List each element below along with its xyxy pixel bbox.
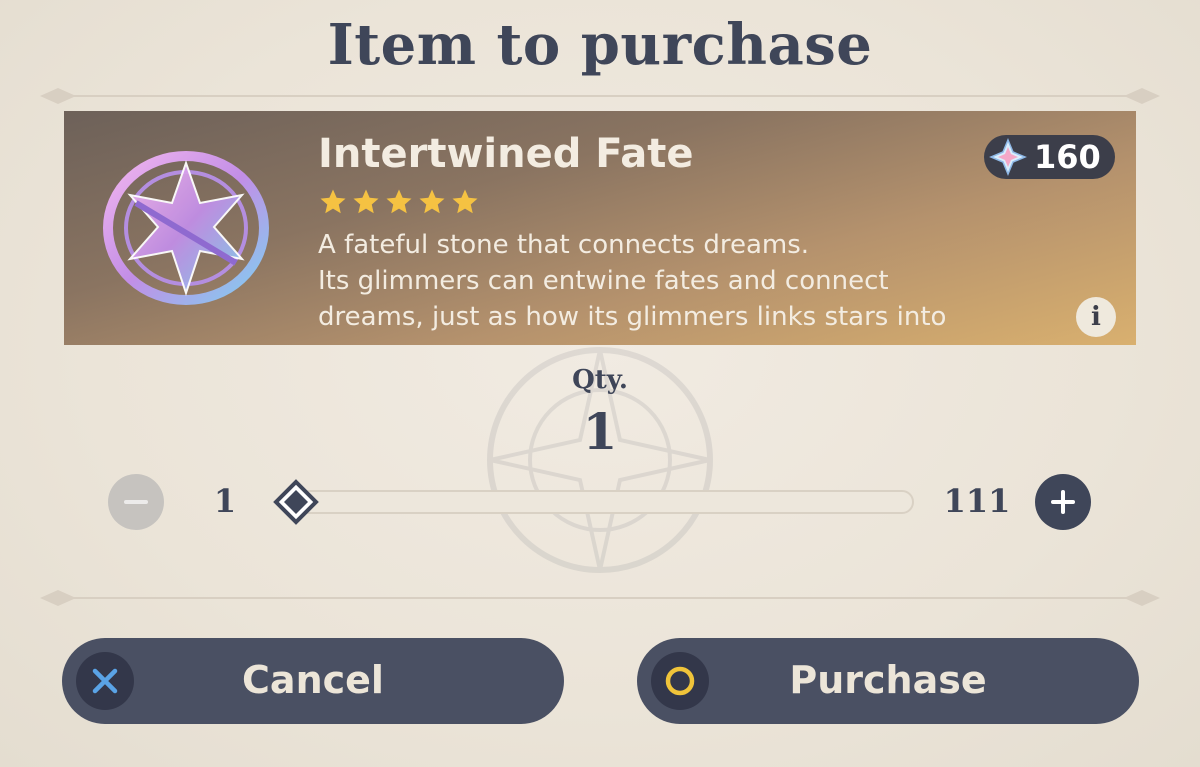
price-badge: 160 [984, 135, 1115, 179]
quantity-label: Qty. [572, 365, 628, 395]
star-icon [386, 189, 412, 214]
description-line: dreams, just as how its glimmers links s… [318, 302, 947, 332]
increase-quantity-button[interactable] [1035, 474, 1091, 530]
dialog-title: Item to purchase [327, 12, 873, 78]
description-line: A fateful stone that connects dreams. [318, 230, 810, 260]
decrease-quantity-button[interactable] [108, 474, 164, 530]
item-description[interactable]: A fateful stone that connects dreams. It… [318, 227, 1078, 345]
purchase-label: Purchase [789, 658, 987, 702]
primogem-icon [989, 138, 1027, 176]
quantity-max: 111 [943, 482, 1011, 520]
quantity-slider-handle[interactable] [273, 479, 319, 525]
top-divider [40, 88, 1160, 104]
star-icon [353, 189, 379, 214]
purchase-dialog: Item to purchase Intertwined Fate A fate… [0, 0, 1200, 767]
info-icon[interactable]: i [1076, 297, 1116, 337]
quantity-value: 1 [582, 402, 618, 461]
rarity-stars [318, 187, 480, 217]
intertwined-fate-icon [103, 151, 269, 305]
quantity-min: 1 [213, 482, 237, 520]
star-icon [419, 189, 445, 214]
description-line: Its glimmers can entwine fates and conne… [318, 266, 889, 296]
cancel-button[interactable]: Cancel [62, 638, 564, 724]
item-name: Intertwined Fate [318, 131, 694, 177]
bottom-divider [40, 590, 1160, 606]
star-icon [452, 189, 478, 214]
star-icon [320, 189, 346, 214]
item-card: Intertwined Fate A fateful stone that co… [64, 111, 1136, 345]
quantity-slider-track[interactable] [296, 490, 914, 514]
cancel-label: Cancel [242, 658, 384, 702]
minus-icon [124, 500, 148, 504]
price-value: 160 [1034, 138, 1101, 176]
purchase-button[interactable]: Purchase [637, 638, 1139, 724]
